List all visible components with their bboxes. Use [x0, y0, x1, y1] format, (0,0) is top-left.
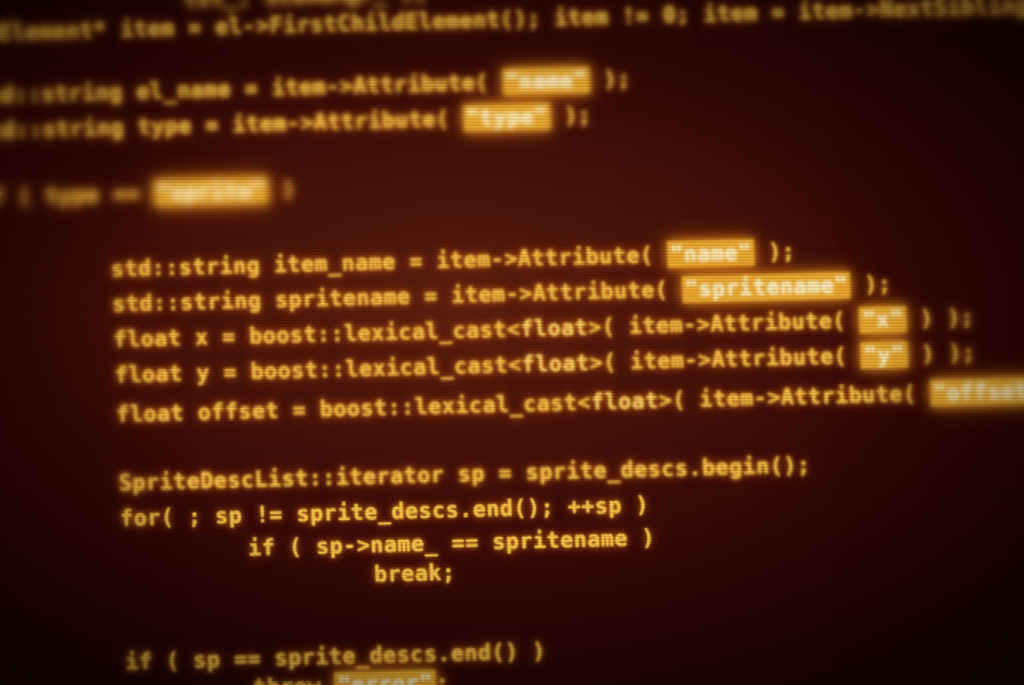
code-token: ;	[435, 670, 450, 685]
string-literal-highlight: "x"	[858, 305, 907, 334]
code-editor-viewport[interactable]: lst_, sceneMgr_ );mlElement* item = el->…	[0, 0, 1024, 685]
code-token: );	[550, 102, 592, 129]
string-literal-highlight: "sprite"	[152, 176, 269, 207]
string-literal-highlight: "offset"	[929, 376, 1024, 407]
code-token: )	[267, 176, 296, 203]
code-line[interactable]: SpriteDescList::iterator sp = sprite_des…	[118, 453, 811, 496]
code-line[interactable]: std::string type = item->Attribute( "typ…	[0, 103, 592, 144]
keyword-token: float	[521, 350, 590, 378]
code-token: std::string spritename = item->Attribute…	[111, 277, 683, 318]
keyword-token: float	[590, 388, 660, 415]
code-line[interactable]: if ( sp == sprite_descs.end() )	[125, 639, 546, 675]
code-line[interactable]: throw "error";	[253, 669, 450, 685]
code-token: if ( type ==	[0, 181, 141, 211]
string-literal-highlight: "spritename"	[681, 271, 852, 304]
code-token: if ( sp->name_ == spritename )	[247, 525, 656, 562]
string-literal-highlight: "error"	[334, 669, 437, 685]
string-literal-highlight: "name"	[666, 238, 756, 269]
code-token: if ( sp == sprite_descs.end() )	[124, 638, 547, 675]
code-token: std::string type = item->Attribute(	[0, 106, 464, 144]
code-token: );	[754, 238, 796, 265]
code-token: std::string el_name = item->Attribute(	[0, 69, 503, 109]
code-line[interactable]: mlElement* item = el->FirstChildElement(…	[0, 0, 1024, 46]
code-token: );	[589, 66, 632, 93]
string-literal-highlight: "name"	[501, 66, 591, 96]
keyword-token: float	[519, 314, 589, 342]
code-token: for( ; sp != sprite_descs.end(); ++sp )	[119, 492, 650, 532]
code-token: std::string item_name = item->Attribute(	[110, 242, 668, 282]
string-literal-highlight: "y"	[860, 340, 909, 370]
code-token: SpriteDescList::iterator sp = sprite_des…	[118, 452, 811, 496]
code-token: ) );	[907, 340, 976, 367]
code-token: >( item->Attribute(	[658, 380, 931, 413]
code-line[interactable]: if ( sp->name_ == spritename )	[248, 525, 656, 561]
code-token: break;	[373, 559, 456, 587]
code-token: );	[850, 271, 892, 298]
screenshot-root: lst_, sceneMgr_ );mlElement* item = el->…	[0, 0, 1024, 685]
code-token: mlElement* item = el->FirstChildElement(…	[0, 0, 1024, 47]
code-token: throw	[253, 673, 335, 685]
code-line[interactable]: if ( type == "sprite" )	[0, 176, 296, 211]
string-literal-highlight: "type"	[462, 102, 552, 133]
code-line[interactable]: break;	[374, 560, 456, 587]
code-token: >( item->Attribute(	[589, 343, 862, 376]
code-line[interactable]: for( ; sp != sprite_descs.end(); ++sp )	[120, 492, 650, 531]
code-token: float y = boost::lexical_cast<	[114, 352, 523, 388]
code-token: float offset = boost::lexical_cast<	[115, 389, 592, 428]
code-token: >( item->Attribute(	[587, 307, 860, 340]
code-token: ) );	[905, 304, 975, 332]
code-token: float x = boost::lexical_cast<	[113, 316, 521, 353]
